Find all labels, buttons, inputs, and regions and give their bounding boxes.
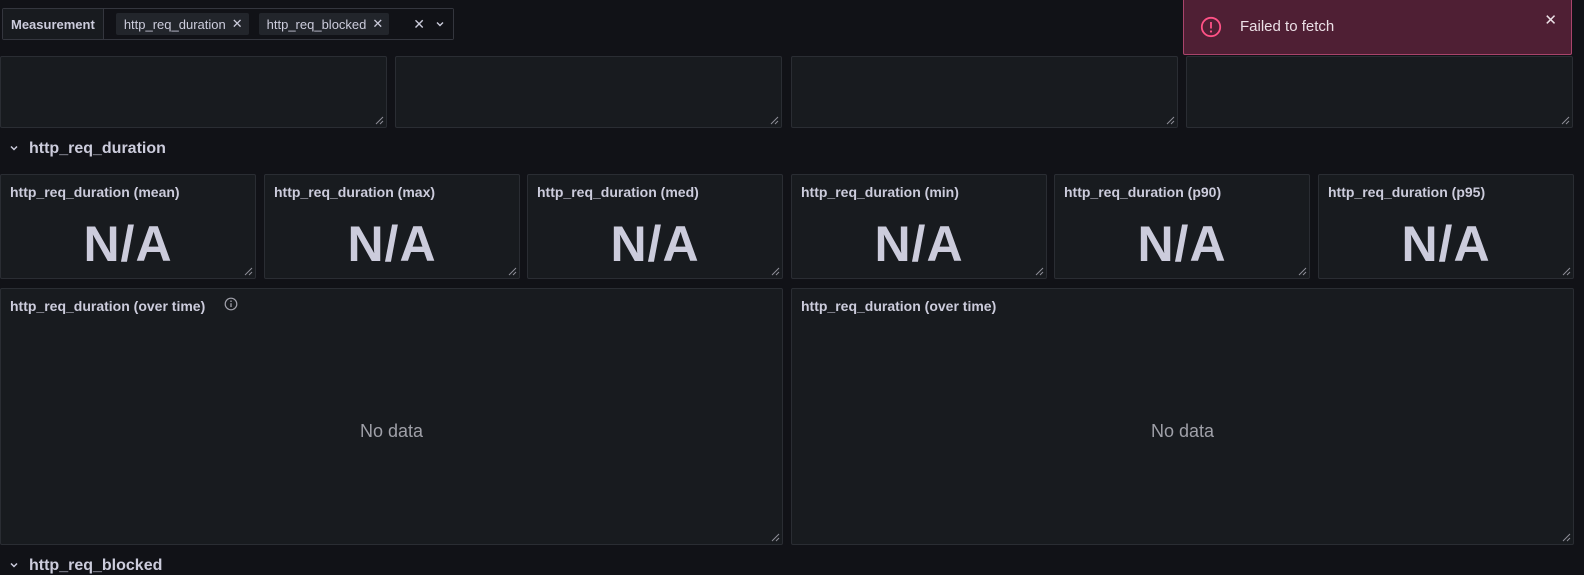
chip-label: http_req_duration xyxy=(123,16,226,32)
toast-message: Failed to fetch xyxy=(1240,18,1335,35)
stat-panel-min[interactable]: http_req_duration (min) N/A xyxy=(791,174,1047,279)
no-data-message: No data xyxy=(359,421,424,441)
resize-handle-icon[interactable] xyxy=(1562,267,1571,276)
panel-title: http_req_duration (p90) xyxy=(1064,184,1222,200)
panel-title: http_req_duration (min) xyxy=(801,184,959,200)
panel-title: http_req_duration (over time) xyxy=(801,298,997,314)
clear-all-icon[interactable]: ✕ xyxy=(413,16,425,33)
panel-partial xyxy=(1186,56,1573,128)
stat-value: N/A xyxy=(874,216,964,272)
close-icon[interactable]: ✕ xyxy=(372,16,383,32)
stat-panel-max[interactable]: http_req_duration (max) N/A xyxy=(264,174,520,279)
row-title: http_req_duration xyxy=(29,140,166,157)
measurement-variable[interactable]: Measurement http_req_duration ✕ http_req… xyxy=(2,8,455,40)
stat-value: N/A xyxy=(347,216,437,272)
panel-partial xyxy=(791,56,1178,128)
resize-handle-icon[interactable] xyxy=(375,116,384,125)
resize-handle-icon[interactable] xyxy=(771,533,780,542)
panel-title: http_req_duration (over time) xyxy=(10,298,206,314)
no-data-message: No data xyxy=(1150,421,1215,441)
timeseries-panel-right[interactable]: http_req_duration (over time) No data xyxy=(791,288,1574,545)
resize-handle-icon[interactable] xyxy=(1298,267,1307,276)
panel-partial xyxy=(0,56,387,128)
row-header-duration[interactable]: http_req_duration xyxy=(9,140,166,158)
stat-value: N/A xyxy=(83,216,173,272)
variable-chip[interactable]: http_req_duration ✕ xyxy=(115,13,249,35)
stat-value: N/A xyxy=(1137,216,1227,272)
resize-handle-icon[interactable] xyxy=(244,267,253,276)
stat-panel-p95[interactable]: http_req_duration (p95) N/A xyxy=(1318,174,1574,279)
panel-title: http_req_duration (p95) xyxy=(1328,184,1486,200)
exclamation-circle-icon xyxy=(1200,16,1222,38)
info-icon[interactable] xyxy=(224,297,238,311)
resize-handle-icon[interactable] xyxy=(770,116,779,125)
panel-title: http_req_duration (med) xyxy=(537,184,699,200)
resize-handle-icon[interactable] xyxy=(1035,267,1044,276)
chevron-down-icon[interactable] xyxy=(435,16,445,32)
resize-handle-icon[interactable] xyxy=(1561,116,1570,125)
stat-panel-p90[interactable]: http_req_duration (p90) N/A xyxy=(1054,174,1310,279)
error-toast: Failed to fetch ✕ xyxy=(1183,0,1572,55)
variable-label: Measurement xyxy=(3,9,104,39)
stat-panel-med[interactable]: http_req_duration (med) N/A xyxy=(527,174,783,279)
resize-handle-icon[interactable] xyxy=(1166,116,1175,125)
panel-title: http_req_duration (mean) xyxy=(10,184,180,200)
resize-handle-icon[interactable] xyxy=(508,267,517,276)
stat-panel-mean[interactable]: http_req_duration (mean) N/A xyxy=(0,174,256,279)
chevron-down-icon[interactable] xyxy=(9,143,19,156)
timeseries-panel-left[interactable]: http_req_duration (over time) No data xyxy=(0,288,783,545)
stat-value: N/A xyxy=(610,216,700,272)
panel-partial xyxy=(395,56,782,128)
resize-handle-icon[interactable] xyxy=(1562,533,1571,542)
chip-label: http_req_blocked xyxy=(266,16,367,32)
variable-chip[interactable]: http_req_blocked ✕ xyxy=(258,13,390,35)
variable-values[interactable]: http_req_duration ✕ http_req_blocked ✕ ✕ xyxy=(103,9,454,39)
close-icon[interactable]: ✕ xyxy=(232,16,243,32)
resize-handle-icon[interactable] xyxy=(771,267,780,276)
row-header-blocked[interactable]: http_req_blocked xyxy=(9,557,162,575)
close-icon[interactable]: ✕ xyxy=(1544,11,1557,29)
stat-value: N/A xyxy=(1401,216,1491,272)
panel-title: http_req_duration (max) xyxy=(274,184,436,200)
row-title: http_req_blocked xyxy=(29,557,163,574)
